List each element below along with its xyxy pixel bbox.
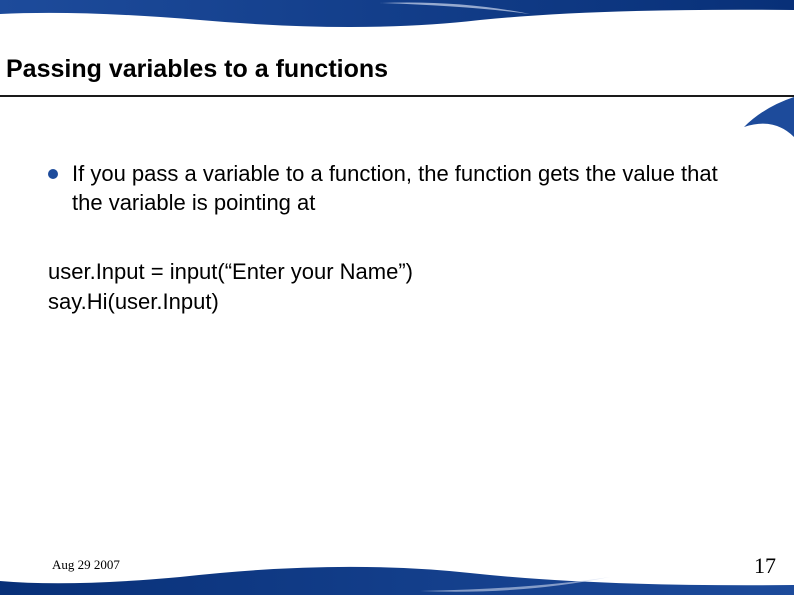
- slide-title: Passing variables to a functions: [6, 55, 788, 84]
- footer-date: Aug 29 2007: [52, 557, 752, 573]
- code-line-2: say.Hi(user.Input): [48, 287, 748, 317]
- code-block: user.Input = input(“Enter your Name”) sa…: [48, 257, 748, 316]
- bullet-item: If you pass a variable to a function, th…: [48, 160, 748, 217]
- slide-content: If you pass a variable to a function, th…: [48, 160, 748, 317]
- bullet-text: If you pass a variable to a function, th…: [72, 160, 748, 217]
- title-underline: [0, 95, 794, 97]
- bullet-icon: [48, 169, 58, 179]
- right-accent: [734, 97, 794, 137]
- top-decoration: [0, 0, 794, 50]
- page-number: 17: [754, 553, 776, 579]
- code-line-1: user.Input = input(“Enter your Name”): [48, 257, 748, 287]
